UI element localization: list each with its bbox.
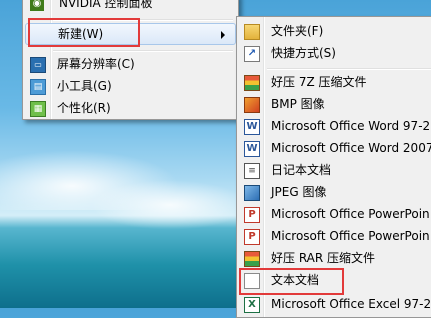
submenu-item-rar-archive[interactable]: 好压 RAR 压缩文件 (239, 247, 431, 269)
submenu-item-shortcut[interactable]: ↗ 快捷方式(S) (239, 42, 431, 64)
menu-item-label: 个性化(R) (57, 101, 111, 115)
submenu-item-journal[interactable]: ≡ 日记本文档 (239, 159, 431, 181)
menu-item-label: Microsoft Office Word 2007 (271, 141, 431, 155)
submenu-item-bmp-image[interactable]: BMP 图像 (239, 93, 431, 115)
menu-item-nvidia[interactable]: ◉ NVIDIA 控制面板 (25, 0, 236, 17)
menu-separator (53, 19, 233, 21)
submenu-item-folder[interactable]: 文件夹(F) (239, 20, 431, 42)
personalize-icon: ▦ (30, 101, 46, 117)
submenu-item-powerpoint-2[interactable]: P Microsoft Office PowerPoin (239, 225, 431, 247)
powerpoint-icon: P (244, 207, 260, 223)
archive-icon (244, 75, 260, 91)
menu-item-label: 快捷方式(S) (271, 46, 336, 60)
nvidia-icon: ◉ (30, 0, 44, 11)
submenu-item-excel-97[interactable]: X Microsoft Office Excel 97-2 (239, 293, 431, 315)
wallpaper-cloud (90, 180, 250, 230)
archive-icon (244, 251, 260, 267)
menu-item-label: Microsoft Office Word 97-2 (271, 119, 431, 133)
image-icon (244, 185, 260, 201)
menu-item-label: BMP 图像 (271, 97, 325, 111)
submenu-item-word-2007[interactable]: W Microsoft Office Word 2007 (239, 137, 431, 159)
journal-icon: ≡ (244, 163, 260, 179)
menu-item-gadgets[interactable]: ▤ 小工具(G) (25, 75, 236, 97)
menu-item-label: Microsoft Office Excel 97-2 (271, 297, 431, 311)
menu-item-label: 好压 RAR 压缩文件 (271, 251, 376, 265)
folder-icon (244, 24, 260, 40)
gadgets-icon: ▤ (30, 79, 46, 95)
new-submenu: 文件夹(F) ↗ 快捷方式(S) 好压 7Z 压缩文件 BMP 图像 W Mic… (236, 16, 431, 318)
menu-item-label: 屏幕分辨率(C) (57, 57, 135, 71)
submenu-item-powerpoint-1[interactable]: P Microsoft Office PowerPoin (239, 203, 431, 225)
text-document-icon (244, 273, 260, 289)
excel-icon: X (244, 297, 260, 313)
submenu-item-jpeg-image[interactable]: JPEG 图像 (239, 181, 431, 203)
menu-separator (267, 68, 431, 70)
desktop-context-menu: ◉ NVIDIA 控制面板 新建(W) ▭ 屏幕分辨率(C) ▤ 小工具(G) … (22, 0, 239, 120)
word-icon: W (244, 119, 260, 135)
menu-item-label: 日记本文档 (271, 163, 332, 177)
menu-separator (53, 50, 233, 52)
word-icon: W (244, 141, 260, 157)
menu-item-personalize[interactable]: ▦ 个性化(R) (25, 97, 236, 119)
menu-item-label: Microsoft Office PowerPoin (271, 207, 430, 221)
menu-item-label: 好压 7Z 压缩文件 (271, 75, 367, 89)
shortcut-icon: ↗ (244, 46, 260, 62)
menu-item-new[interactable]: 新建(W) (25, 23, 236, 45)
powerpoint-icon: P (244, 229, 260, 245)
display-icon: ▭ (30, 57, 46, 73)
menu-item-label: 新建(W) (58, 27, 104, 41)
menu-item-label: 文本文档 (271, 273, 320, 287)
submenu-arrow-icon (221, 31, 225, 39)
submenu-item-text-document[interactable]: 文本文档 (239, 269, 431, 291)
menu-item-screen-resolution[interactable]: ▭ 屏幕分辨率(C) (25, 53, 236, 75)
menu-item-label: NVIDIA 控制面板 (59, 0, 153, 10)
submenu-item-7z-archive[interactable]: 好压 7Z 压缩文件 (239, 71, 431, 93)
image-icon (244, 97, 260, 113)
menu-item-label: 小工具(G) (57, 79, 112, 93)
menu-item-label: Microsoft Office PowerPoin (271, 229, 430, 243)
submenu-item-word-97[interactable]: W Microsoft Office Word 97-2 (239, 115, 431, 137)
menu-item-label: 文件夹(F) (271, 24, 324, 38)
menu-item-label: JPEG 图像 (271, 185, 327, 199)
